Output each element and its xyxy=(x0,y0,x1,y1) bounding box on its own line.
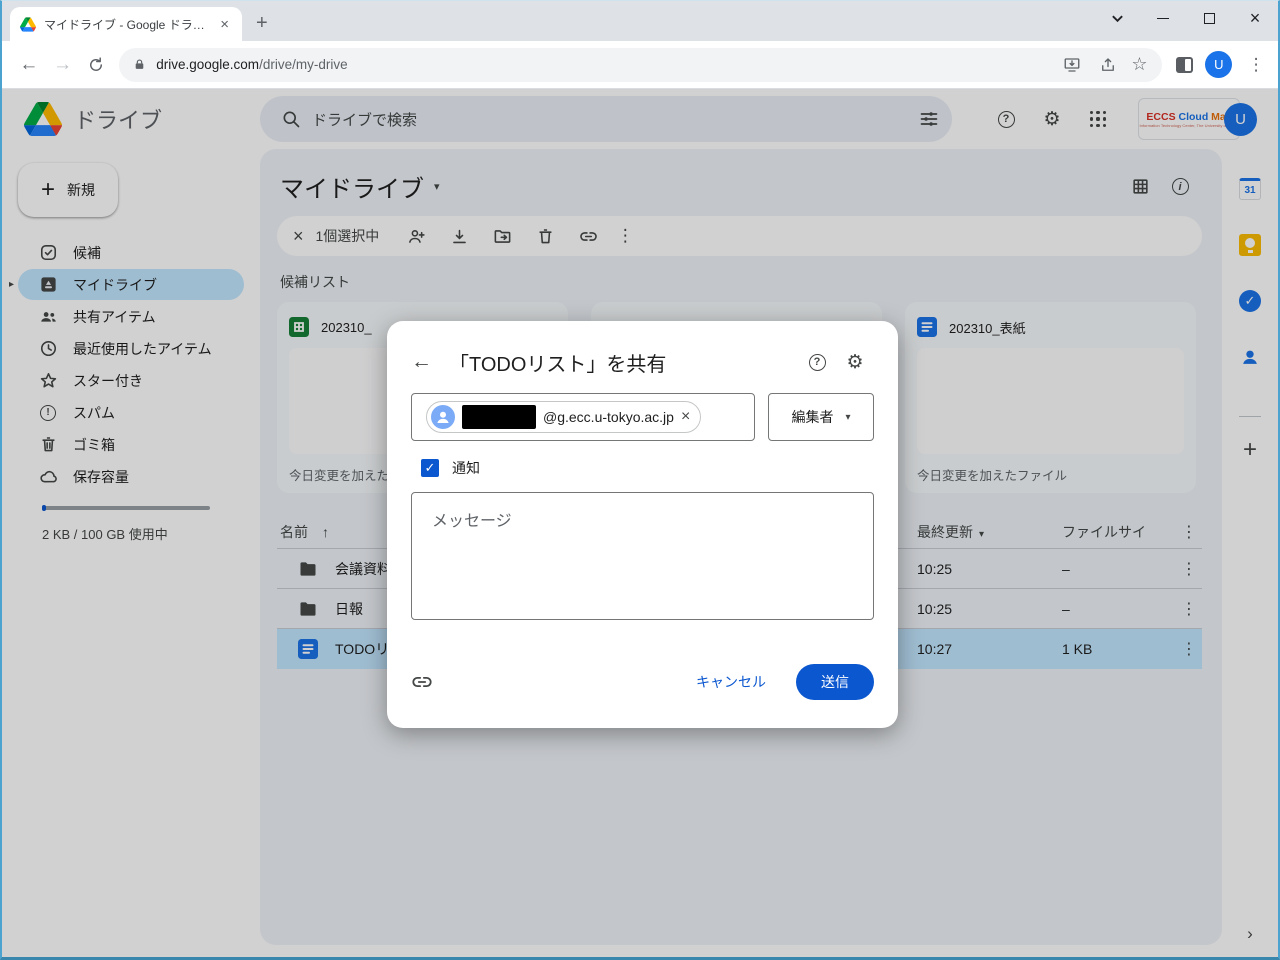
role-value: 編集者 xyxy=(791,407,833,427)
new-tab-button[interactable]: + xyxy=(256,12,268,35)
maximize-button[interactable] xyxy=(1186,1,1232,35)
share-icon[interactable] xyxy=(1095,56,1121,74)
browser-tab[interactable]: マイドライブ - Google ドライブ × xyxy=(10,7,242,41)
dialog-settings-gear-icon[interactable]: ⚙ xyxy=(836,351,874,374)
notify-label: 通知 xyxy=(452,458,480,478)
role-dropdown[interactable]: 編集者 ▾ xyxy=(768,393,874,441)
send-button[interactable]: 送信 xyxy=(796,664,874,700)
reload-icon[interactable] xyxy=(80,48,114,82)
tab-title: マイドライブ - Google ドライブ xyxy=(44,16,209,33)
recipient-input[interactable]: @g.ecc.u-tokyo.ac.jp × xyxy=(411,393,755,441)
minimize-button[interactable] xyxy=(1140,1,1186,35)
browser-toolbar: ← → drive.google.com/drive/my-drive ☆ U … xyxy=(2,41,1278,89)
dialog-title: 「TODOリスト」を共有 xyxy=(449,348,666,377)
url-path: /drive/my-drive xyxy=(259,57,348,72)
drive-app: ドライブ ドライブで検索 ? ⚙ ECCS Cloud Mail Informa… xyxy=(2,89,1278,960)
recipient-avatar-icon xyxy=(431,405,455,429)
lock-icon[interactable] xyxy=(133,58,146,71)
side-panel-icon[interactable] xyxy=(1176,57,1194,73)
tab-search-icon[interactable] xyxy=(1094,1,1140,35)
browser-window: マイドライブ - Google ドライブ × + × ← → drive.goo… xyxy=(0,0,1280,960)
url-domain: drive.google.com xyxy=(156,57,259,72)
address-bar[interactable]: drive.google.com/drive/my-drive ☆ xyxy=(119,48,1161,82)
recipient-email-domain: @g.ecc.u-tokyo.ac.jp xyxy=(543,409,674,425)
install-app-icon[interactable] xyxy=(1059,56,1085,74)
tab-bar: マイドライブ - Google ドライブ × + × xyxy=(2,1,1278,41)
browser-menu-icon[interactable]: ⋮ xyxy=(1244,55,1268,75)
close-window-button[interactable]: × xyxy=(1232,1,1278,35)
role-caret-icon: ▾ xyxy=(845,412,850,423)
browser-avatar[interactable]: U xyxy=(1205,51,1232,78)
redacted-email-user xyxy=(462,405,536,429)
tab-close-icon[interactable]: × xyxy=(217,16,232,33)
copy-link-icon[interactable] xyxy=(411,664,451,700)
dialog-help-icon[interactable]: ? xyxy=(798,354,836,371)
drive-favicon xyxy=(20,17,36,32)
share-dialog: ← 「TODOリスト」を共有 ? ⚙ @g.ecc.u-tokyo.ac.jp … xyxy=(387,321,898,728)
notify-checkbox[interactable]: ✓ xyxy=(421,459,439,477)
message-placeholder: メッセージ xyxy=(432,513,512,530)
dialog-back-icon[interactable]: ← xyxy=(411,350,439,374)
cancel-button[interactable]: キャンセル xyxy=(696,672,766,692)
back-icon[interactable]: ← xyxy=(12,48,46,82)
message-textarea[interactable]: メッセージ xyxy=(411,492,874,620)
remove-recipient-icon[interactable]: × xyxy=(681,408,690,426)
bookmark-star-icon[interactable]: ☆ xyxy=(1131,54,1147,75)
url-text: drive.google.com/drive/my-drive xyxy=(156,57,347,72)
forward-icon[interactable]: → xyxy=(46,48,80,82)
recipient-chip[interactable]: @g.ecc.u-tokyo.ac.jp × xyxy=(426,401,701,433)
